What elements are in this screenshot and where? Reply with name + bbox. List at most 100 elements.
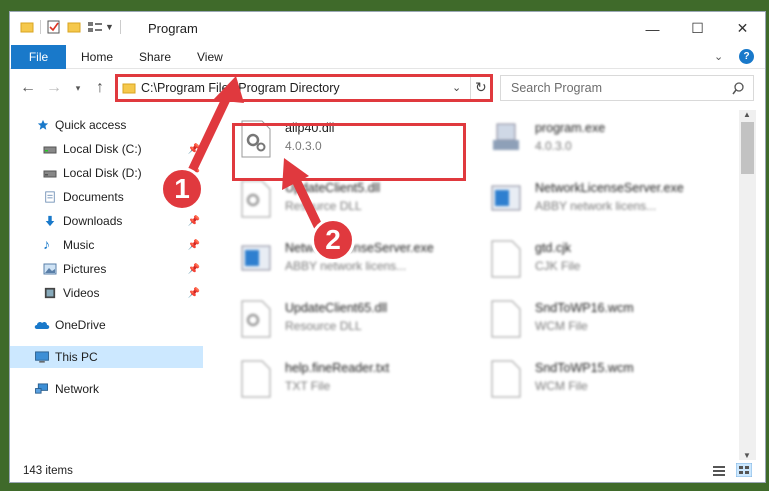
cloud-icon [34, 321, 50, 329]
recent-locations-button[interactable]: ▾ [68, 77, 88, 99]
sidebar-item-label: Documents [63, 190, 124, 204]
sidebar-item-downloads[interactable]: Downloads 📌 [10, 210, 203, 232]
sidebar-item-label: Downloads [63, 214, 123, 228]
file-name: UpdateClient65.dll [285, 301, 388, 315]
dll-file-icon [241, 180, 271, 218]
close-button[interactable]: ✕ [720, 12, 765, 45]
step-2-badge: 2 [311, 218, 355, 262]
scrollbar-thumb[interactable] [741, 122, 754, 174]
navigation-bar: ← → ▾ ↑ C:\Program Files\Program Directo… [10, 73, 765, 103]
file-type: ABBY network licens... [535, 199, 657, 213]
expand-ribbon-icon[interactable]: ⌄ [714, 50, 723, 63]
drive-icon [43, 170, 57, 178]
navigation-pane: Quick access Local Disk (C:) 📌 Local Dis… [10, 112, 203, 452]
pin-icon[interactable]: 📌 [188, 240, 200, 251]
file-name: NetworkLicenseServer.exe [285, 241, 434, 255]
pictures-icon [43, 263, 57, 275]
sidebar-item-pictures[interactable]: Pictures 📌 [10, 258, 203, 280]
videos-icon [44, 287, 56, 299]
sidebar-item-local-disk-c[interactable]: Local Disk (C:) 📌 [10, 138, 203, 160]
file-name: SndToWP16.wcm [535, 301, 634, 315]
chevron-down-icon[interactable]: ▼ [105, 22, 114, 32]
sidebar-item-label: Pictures [63, 262, 107, 276]
file-name: NetworkLicenseServer.exe [535, 181, 684, 195]
tab-view[interactable]: View [197, 50, 223, 64]
file-name: SndToWP15.wcm [535, 361, 634, 375]
scroll-down-icon[interactable]: ▼ [743, 451, 751, 460]
scroll-up-icon[interactable]: ▲ [743, 110, 751, 119]
network-icon [35, 383, 48, 394]
file-name: help.fineReader.txt [285, 361, 390, 375]
tab-file[interactable]: File [11, 45, 66, 69]
back-button[interactable]: ← [18, 77, 38, 99]
file-type: ABBY network licens... [285, 259, 407, 273]
file-item[interactable]: NetworkLicenseServer.exe ABBY network li… [483, 176, 733, 228]
pin-icon[interactable]: 📌 [188, 264, 200, 275]
properties-icon[interactable] [47, 20, 61, 34]
computer-icon [35, 351, 49, 363]
search-placeholder: Search Program [511, 81, 603, 95]
large-icons-view-icon[interactable] [736, 463, 752, 477]
file-name: UpdateClient5.dll [285, 181, 381, 195]
sidebar-item-label: Local Disk (C:) [63, 142, 142, 156]
new-folder-icon[interactable] [67, 20, 81, 34]
file-name: gtd.cjk [535, 241, 572, 255]
sidebar-item-label: Music [63, 238, 95, 252]
sidebar-item-network[interactable]: Network [10, 378, 203, 400]
sidebar-item-label: OneDrive [55, 318, 106, 332]
file-item[interactable]: SndToWP15.wcm WCM File [483, 356, 733, 408]
generic-file-icon [491, 240, 521, 278]
status-bar: 143 items [10, 460, 765, 482]
exe-file-icon [241, 245, 271, 271]
search-box[interactable]: Search Program [500, 75, 754, 101]
folder-icon[interactable] [20, 20, 34, 34]
file-item[interactable]: help.fineReader.txt TXT File [233, 356, 483, 408]
sidebar-item-label: Quick access [55, 118, 127, 132]
minimize-button[interactable]: — [630, 12, 675, 45]
file-item[interactable]: SndToWP16.wcm WCM File [483, 296, 733, 348]
file-type: WCM File [535, 379, 588, 393]
generic-file-icon [491, 360, 521, 398]
drive-icon [43, 146, 57, 154]
file-type: Resource DLL [285, 199, 362, 213]
file-item[interactable]: NetworkLicenseServer.exe ABBY network li… [233, 236, 483, 288]
vertical-scrollbar[interactable]: ▲ ▼ [739, 110, 756, 460]
file-item[interactable]: gtd.cjk CJK File [483, 236, 733, 288]
exe-file-icon [491, 185, 521, 211]
title-bar: ▼ Program — ☐ ✕ [10, 12, 765, 45]
tab-home[interactable]: Home [81, 50, 113, 64]
search-icon[interactable] [732, 82, 745, 95]
file-item[interactable]: program.exe 4.0.3.0 [483, 116, 733, 168]
forward-button[interactable]: → [44, 77, 64, 99]
customize-icon[interactable] [87, 20, 103, 34]
details-view-icon[interactable] [712, 465, 726, 477]
pin-icon[interactable]: 📌 [188, 216, 200, 227]
dll-file-icon [241, 300, 271, 338]
pin-icon[interactable]: 📌 [188, 288, 200, 299]
sidebar-item-quick-access[interactable]: Quick access [10, 114, 203, 136]
sidebar-item-this-pc[interactable]: This PC [10, 346, 203, 368]
file-type: TXT File [285, 379, 331, 393]
file-name: program.exe [535, 121, 606, 135]
help-icon[interactable]: ? [739, 49, 754, 64]
pin-icon[interactable]: 📌 [188, 144, 200, 155]
file-item[interactable]: UpdateClient5.dll Resource DLL [233, 176, 483, 228]
text-file-icon [241, 360, 271, 398]
maximize-button[interactable]: ☐ [675, 12, 720, 45]
file-item[interactable]: UpdateClient65.dll Resource DLL [233, 296, 483, 348]
file-type: Resource DLL [285, 319, 362, 333]
sidebar-item-label: Network [55, 382, 100, 396]
up-button[interactable]: ↑ [90, 77, 110, 99]
file-highlight [232, 123, 466, 181]
sidebar-item-onedrive[interactable]: OneDrive [10, 314, 203, 336]
address-bar-highlight [115, 74, 493, 102]
divider [40, 20, 41, 34]
tab-share[interactable]: Share [139, 50, 171, 64]
sidebar-item-music[interactable]: ♪ Music 📌 [10, 234, 203, 256]
music-icon: ♪ [43, 236, 50, 252]
file-type: WCM File [535, 319, 588, 333]
divider [119, 20, 121, 34]
sidebar-item-videos[interactable]: Videos 📌 [10, 282, 203, 304]
exe-file-icon [493, 123, 519, 150]
sidebar-item-label: This PC [55, 350, 98, 364]
